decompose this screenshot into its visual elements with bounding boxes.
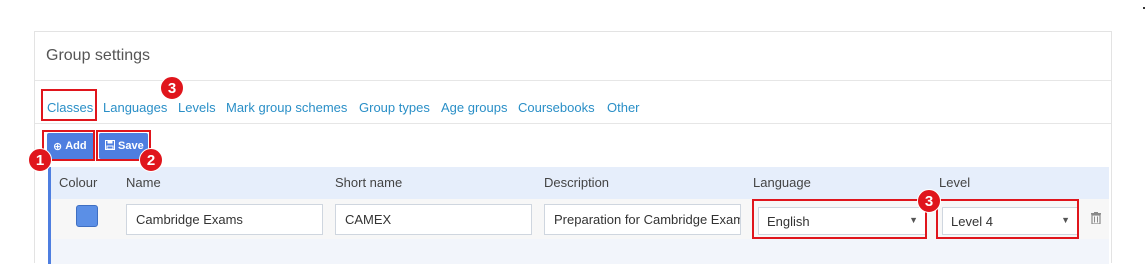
name-input[interactable]: Cambridge Exams (126, 204, 323, 235)
annotation-badge-3: 3 (160, 76, 184, 100)
language-select-value: English (767, 214, 810, 229)
classes-table: Colour Name Short name Description Langu… (48, 167, 1109, 264)
floppy-disk-icon (105, 139, 115, 153)
plus-circle-icon: ⊕ (53, 140, 63, 153)
panel-header: Group settings (35, 32, 1111, 81)
tab-group-types[interactable]: Group types (359, 100, 430, 115)
annotation-badge-2: 2 (139, 148, 163, 172)
description-input[interactable]: Preparation for Cambridge Exams (544, 204, 741, 235)
column-header-short-name: Short name (335, 175, 403, 190)
page-title: Group settings (46, 47, 151, 64)
tab-classes[interactable]: Classes (47, 100, 93, 115)
trash-icon[interactable] (1091, 212, 1101, 227)
annotation-badge-3-level: 3 (917, 189, 941, 213)
table-header: Colour Name Short name Description Langu… (51, 167, 1109, 199)
level-select[interactable]: Level 4 ▼ (942, 207, 1078, 235)
tab-other[interactable]: Other (607, 100, 640, 115)
table-row: Cambridge Exams CAMEX Preparation for Ca… (51, 199, 1109, 239)
short-name-input[interactable]: CAMEX (335, 204, 532, 235)
caret-down-icon: ▼ (1061, 215, 1070, 225)
stray-dot (1143, 7, 1145, 9)
tab-levels[interactable]: Levels (178, 100, 216, 115)
annotation-badge-1: 1 (28, 148, 52, 172)
column-header-language: Language (753, 175, 811, 190)
tab-coursebooks[interactable]: Coursebooks (518, 100, 595, 115)
column-header-name: Name (126, 175, 161, 190)
level-select-value: Level 4 (951, 214, 993, 229)
add-button-label: Add (65, 140, 87, 152)
tab-age-groups[interactable]: Age groups (441, 100, 508, 115)
save-button-label: Save (118, 140, 144, 152)
column-header-colour: Colour (59, 175, 98, 190)
add-button[interactable]: ⊕ Add (47, 133, 94, 159)
colour-swatch[interactable] (76, 205, 98, 227)
column-header-level: Level (939, 175, 971, 190)
language-select[interactable]: English ▼ (758, 207, 926, 235)
caret-down-icon: ▼ (909, 215, 918, 225)
column-header-description: Description (544, 175, 610, 190)
group-settings-panel: Group settings Classes Languages Levels … (34, 31, 1112, 264)
tab-mark-group-schemes[interactable]: Mark group schemes (226, 100, 347, 115)
tab-languages[interactable]: Languages (103, 100, 167, 115)
tabs-bar: Classes Languages Levels Mark group sche… (35, 94, 1111, 124)
tabs-divider (35, 123, 1111, 124)
